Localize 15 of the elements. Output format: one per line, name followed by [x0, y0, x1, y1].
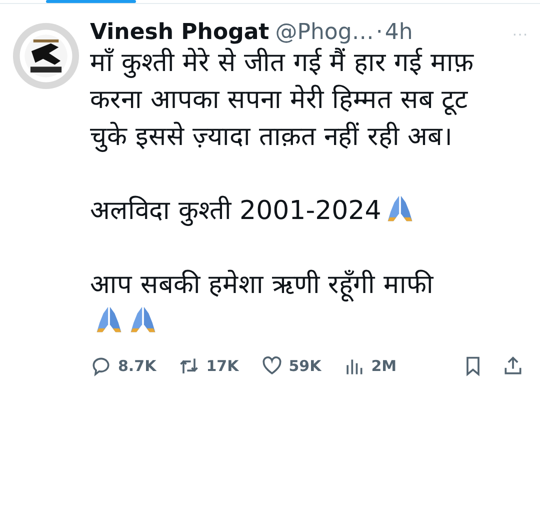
author-handle[interactable]: @Phog… — [275, 20, 374, 45]
heart-icon — [260, 355, 283, 377]
share-icon — [502, 355, 524, 377]
tweet-text: माँ कुश्ती मेरे से जीत गई मैं हार गई माफ़ करना आपका सपना मेरी हिम्मत सब टूट चुके इससे ज़्यादा ताक़त नहीं रही अब। — [90, 48, 474, 152]
repost-button[interactable]: 17K — [178, 355, 239, 377]
like-button[interactable]: 59K — [260, 355, 322, 377]
speech-bubble-icon — [90, 355, 112, 377]
share-button[interactable] — [502, 355, 524, 377]
timestamp[interactable]: 4h — [384, 20, 413, 45]
author-name[interactable]: Vinesh Phogat — [90, 20, 270, 45]
reply-button[interactable]: 8.7K — [90, 355, 156, 377]
tweet-text: अलविदा कुश्ती 2001-2024 — [90, 196, 382, 226]
separator: · — [376, 20, 383, 45]
views-button[interactable]: 2M — [343, 355, 397, 377]
tweet-text: आप सबकी हमेशा ऋणी रहूँगी माफी — [90, 270, 434, 300]
